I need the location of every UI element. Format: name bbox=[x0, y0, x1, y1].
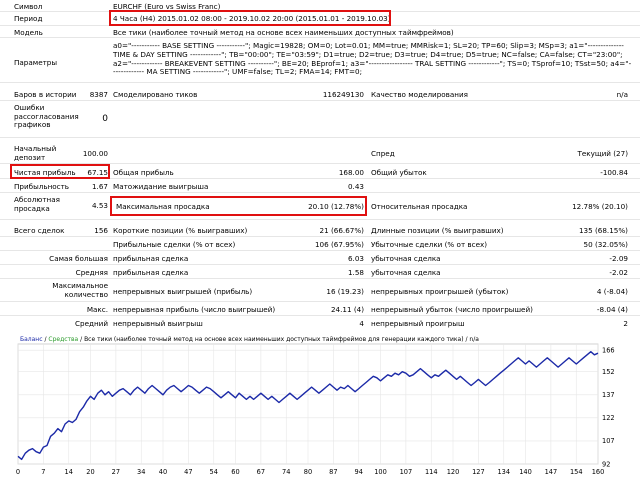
x-tick-label: 94 bbox=[355, 468, 363, 476]
y-tick-label: 92 bbox=[602, 460, 610, 468]
x-tick-label: 134 bbox=[497, 468, 510, 476]
x-tick-label: 0 bbox=[16, 468, 20, 476]
x-tick-label: 120 bbox=[447, 468, 460, 476]
x-tick-label: 127 bbox=[472, 468, 485, 476]
x-tick-label: 27 bbox=[112, 468, 120, 476]
x-tick-label: 160 bbox=[592, 468, 605, 476]
x-tick-label: 60 bbox=[231, 468, 239, 476]
x-tick-label: 80 bbox=[304, 468, 312, 476]
x-tick-label: 147 bbox=[545, 468, 558, 476]
y-tick-label: 107 bbox=[602, 437, 615, 445]
x-tick-label: 87 bbox=[329, 468, 337, 476]
x-tick-label: 40 bbox=[159, 468, 167, 476]
y-tick-label: 152 bbox=[602, 368, 615, 376]
y-tick-label: 166 bbox=[602, 346, 615, 354]
x-tick-label: 47 bbox=[184, 468, 192, 476]
x-tick-label: 7 bbox=[41, 468, 45, 476]
y-tick-label: 137 bbox=[602, 391, 615, 399]
x-tick-label: 54 bbox=[210, 468, 218, 476]
x-tick-label: 107 bbox=[400, 468, 413, 476]
x-tick-label: 67 bbox=[257, 468, 265, 476]
x-tick-label: 20 bbox=[86, 468, 94, 476]
x-tick-label: 100 bbox=[374, 468, 387, 476]
x-tick-label: 14 bbox=[65, 468, 73, 476]
balance-chart: 0 7 14 20 27 34 40 47 54 60 67 74 80 87 94 100 107 114 120… bbox=[16, 343, 615, 476]
x-tick-label: 114 bbox=[425, 468, 438, 476]
x-tick-label: 140 bbox=[519, 468, 532, 476]
x-tick-label: 74 bbox=[282, 468, 290, 476]
y-tick-label: 122 bbox=[602, 414, 615, 422]
x-tick-label: 34 bbox=[137, 468, 145, 476]
x-tick-label: 154 bbox=[570, 468, 583, 476]
